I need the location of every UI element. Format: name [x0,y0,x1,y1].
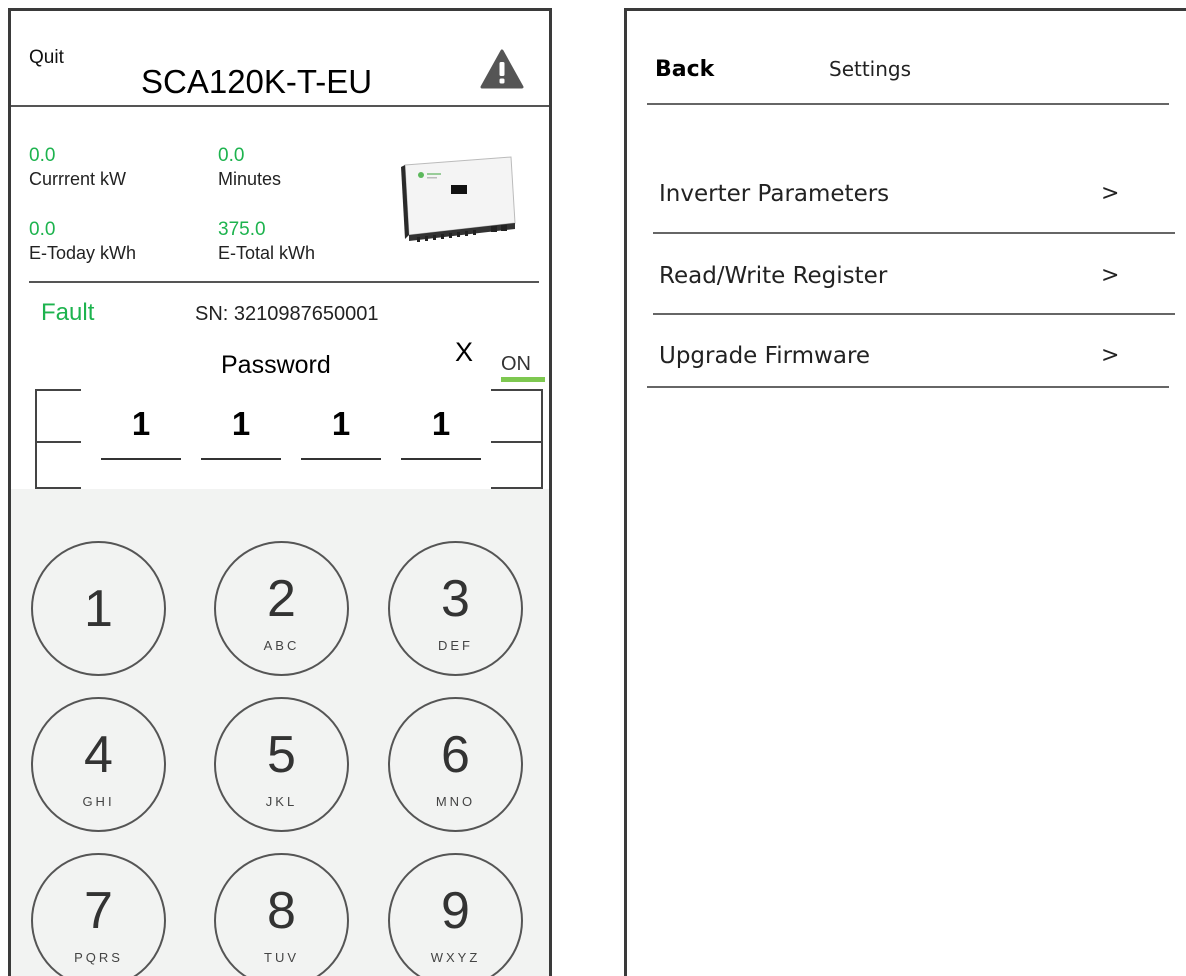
password-dialog: Password X 1 1 1 1 [81,323,491,493]
password-digit-underline [101,458,181,460]
key-number: 3 [441,570,470,628]
menu-item-read-write-register[interactable]: Read/Write Register > [653,245,1175,315]
password-digit-2[interactable]: 1 [201,405,281,443]
close-icon[interactable]: X [455,337,473,368]
password-digit-underline [301,458,381,460]
menu-item-label: Read/Write Register [659,263,888,289]
minutes-value: 0.0 [218,145,245,166]
current-kw-label: Currrent kW [29,169,127,189]
menu-divider [653,313,1175,315]
password-dialog-title: Password [221,351,331,379]
e-today-label: E-Today kWh [29,243,137,263]
key-letters: GHI [82,794,115,809]
key-letters: JKL [265,794,298,809]
stats-divider [29,281,539,283]
key-letters: DEF [438,638,473,653]
menu-divider [647,386,1169,388]
settings-screen: Back Settings Inverter Parameters > Read… [624,8,1186,976]
tab-on[interactable]: ON [501,353,531,376]
keypad-key-4[interactable]: 4 GHI [31,697,166,832]
menu-item-upgrade-firmware[interactable]: Upgrade Firmware > [653,325,1175,395]
top-bar: Quit SCA120K-T-EU [11,11,549,107]
key-number: 4 [84,726,113,784]
password-digit-underline [401,458,481,460]
password-digit-1[interactable]: 1 [101,405,181,443]
keypad-key-5[interactable]: 5 JKL [214,697,349,832]
e-total-value: 375.0 [218,219,266,240]
keypad-key-2[interactable]: 2 ABC [214,541,349,676]
menu-item-label: Inverter Parameters [659,181,890,207]
password-digit-underline [201,458,281,460]
header-divider [647,103,1169,105]
chevron-right-icon: > [1101,181,1120,206]
page-title: Settings [829,57,912,81]
key-number: 8 [267,882,296,940]
inverter-device-image [401,156,516,242]
keypad-key-6[interactable]: 6 MNO [388,697,523,832]
current-kw-value: 0.0 [29,145,56,166]
back-button[interactable]: Back [655,57,714,82]
numeric-keypad: 1 2 ABC 3 DEF 4 GHI 5 JKL 6 MNO 7 PQRS 8 [11,489,549,976]
key-letters: ABC [263,638,300,653]
key-letters: PQRS [74,950,123,965]
key-number: 2 [267,570,296,628]
quit-button[interactable]: Quit [29,47,64,69]
tab-active-indicator [501,377,545,382]
menu-divider [653,232,1175,234]
key-letters: TUV [264,950,299,965]
menu-item-inverter-parameters[interactable]: Inverter Parameters > [653,163,1175,233]
key-number: 7 [84,882,113,940]
key-number: 1 [84,580,113,638]
minutes-label: Minutes [218,169,282,189]
key-number: 9 [441,882,470,940]
menu-item-label: Upgrade Firmware [659,343,871,369]
keypad-key-3[interactable]: 3 DEF [388,541,523,676]
device-title: SCA120K-T-EU [141,63,373,100]
key-number: 6 [441,726,470,784]
keypad-key-8[interactable]: 8 TUV [214,853,349,976]
inverter-app-screen: Quit SCA120K-T-EU 0.0 Currrent kW 0.0 Mi… [8,8,552,976]
password-digit-4[interactable]: 1 [401,405,481,443]
key-number: 5 [267,726,296,784]
warning-triangle-icon[interactable] [480,49,524,89]
e-total-label: E-Total kWh [218,243,316,263]
chevron-right-icon: > [1101,343,1120,368]
keypad-key-9[interactable]: 9 WXYZ [388,853,523,976]
e-today-value: 0.0 [29,219,56,240]
keypad-key-7[interactable]: 7 PQRS [31,853,166,976]
password-digit-3[interactable]: 1 [301,405,381,443]
keypad-key-1[interactable]: 1 [31,541,166,676]
key-letters: WXYZ [430,950,481,965]
key-letters: MNO [435,794,476,809]
chevron-right-icon: > [1101,263,1120,288]
